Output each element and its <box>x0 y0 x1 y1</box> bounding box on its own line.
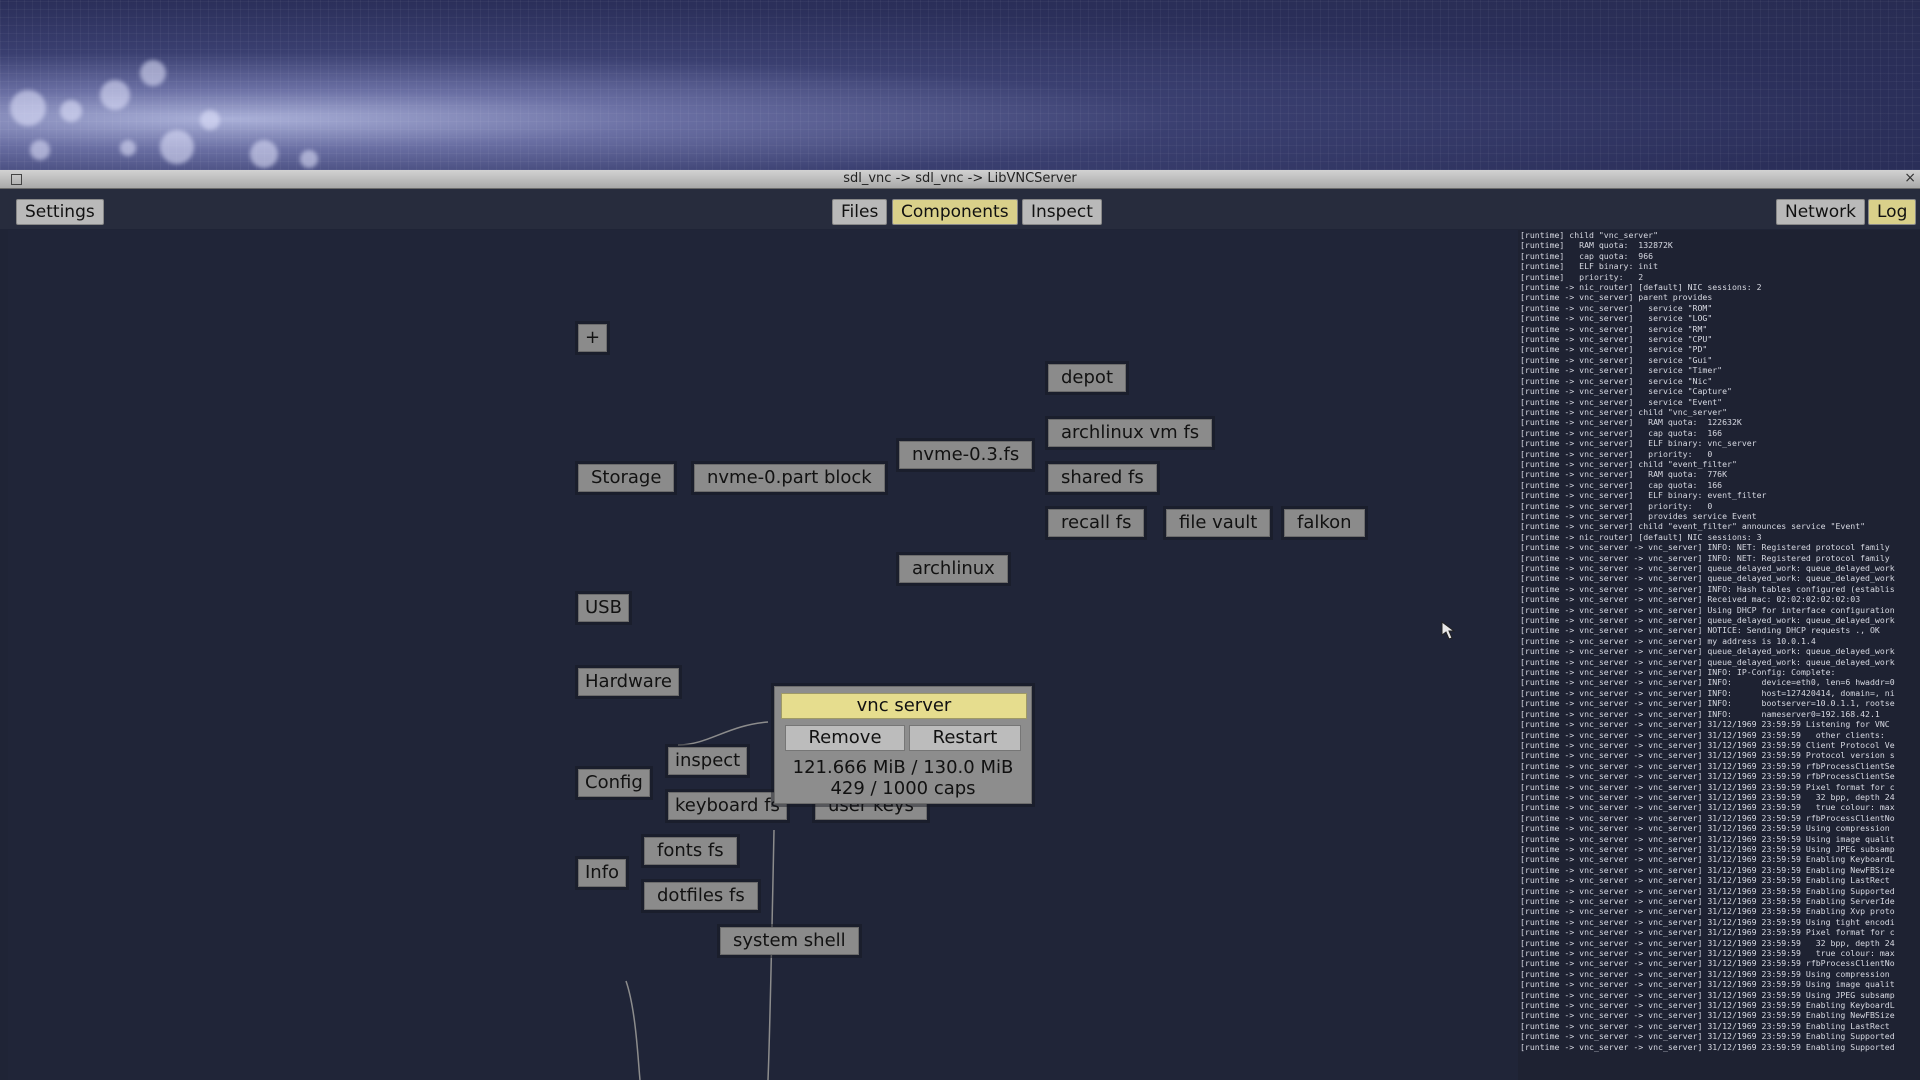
node-depot[interactable]: depot <box>1048 364 1126 392</box>
log-button[interactable]: Log <box>1868 199 1917 225</box>
window-titlebar[interactable]: sdl_vnc -> sdl_vnc -> LibVNCServer × <box>0 170 1920 189</box>
node-file-vault[interactable]: file vault <box>1166 509 1271 537</box>
files-tab[interactable]: Files <box>832 199 888 225</box>
node-falkon[interactable]: falkon <box>1284 509 1365 537</box>
node-dotfiles-fs[interactable]: dotfiles fs <box>644 882 758 910</box>
caps-usage: 429 / 1000 caps <box>830 778 976 799</box>
popup-title[interactable]: vnc server <box>781 693 1027 719</box>
network-button[interactable]: Network <box>1776 199 1865 225</box>
node-recall-fs[interactable]: recall fs <box>1048 509 1145 537</box>
node-storage[interactable]: Storage <box>578 464 675 492</box>
desktop-wallpaper <box>0 0 1920 170</box>
node-usb[interactable]: USB <box>578 594 629 622</box>
node-archlinux[interactable]: archlinux <box>899 555 1008 583</box>
log-panel[interactable]: [runtime] child "vnc_server" [runtime] R… <box>1518 230 1920 1080</box>
add-component-button[interactable]: + <box>578 324 608 352</box>
node-info[interactable]: Info <box>578 859 627 887</box>
node-nvme-fs[interactable]: nvme-0.3.fs <box>899 441 1033 469</box>
application-window: sdl_vnc -> sdl_vnc -> LibVNCServer × Set… <box>0 170 1920 1080</box>
inspect-tab[interactable]: Inspect <box>1022 199 1102 225</box>
log-text: [runtime] child "vnc_server" [runtime] R… <box>1520 230 1895 1052</box>
mouse-pointer-icon <box>1441 621 1456 640</box>
node-inspect[interactable]: inspect <box>668 747 748 775</box>
components-tab[interactable]: Components <box>892 199 1018 225</box>
restart-button[interactable]: Restart <box>909 725 1021 751</box>
node-system-shell[interactable]: system shell <box>720 927 859 955</box>
node-keyboard-fs[interactable]: keyboard fs <box>668 792 787 820</box>
settings-button[interactable]: Settings <box>16 199 104 225</box>
node-shared-fs[interactable]: shared fs <box>1048 464 1157 492</box>
node-fonts-fs[interactable]: fonts fs <box>644 837 737 865</box>
ram-usage: 121.666 MiB / 130.0 MiB <box>792 757 1014 778</box>
close-icon[interactable]: × <box>1904 170 1916 186</box>
vnc-server-popup: vnc server Remove Restart 121.666 MiB / … <box>774 686 1032 804</box>
node-hardware[interactable]: Hardware <box>578 668 679 696</box>
toolbar: Settings Files Components Inspect Networ… <box>0 189 1920 229</box>
node-nvme-part-block[interactable]: nvme-0.part block <box>694 464 885 492</box>
remove-button[interactable]: Remove <box>785 725 905 751</box>
window-title: sdl_vnc -> sdl_vnc -> LibVNCServer <box>843 171 1077 186</box>
node-archlinux-vm-fs[interactable]: archlinux vm fs <box>1048 419 1213 447</box>
node-config[interactable]: Config <box>578 769 650 797</box>
